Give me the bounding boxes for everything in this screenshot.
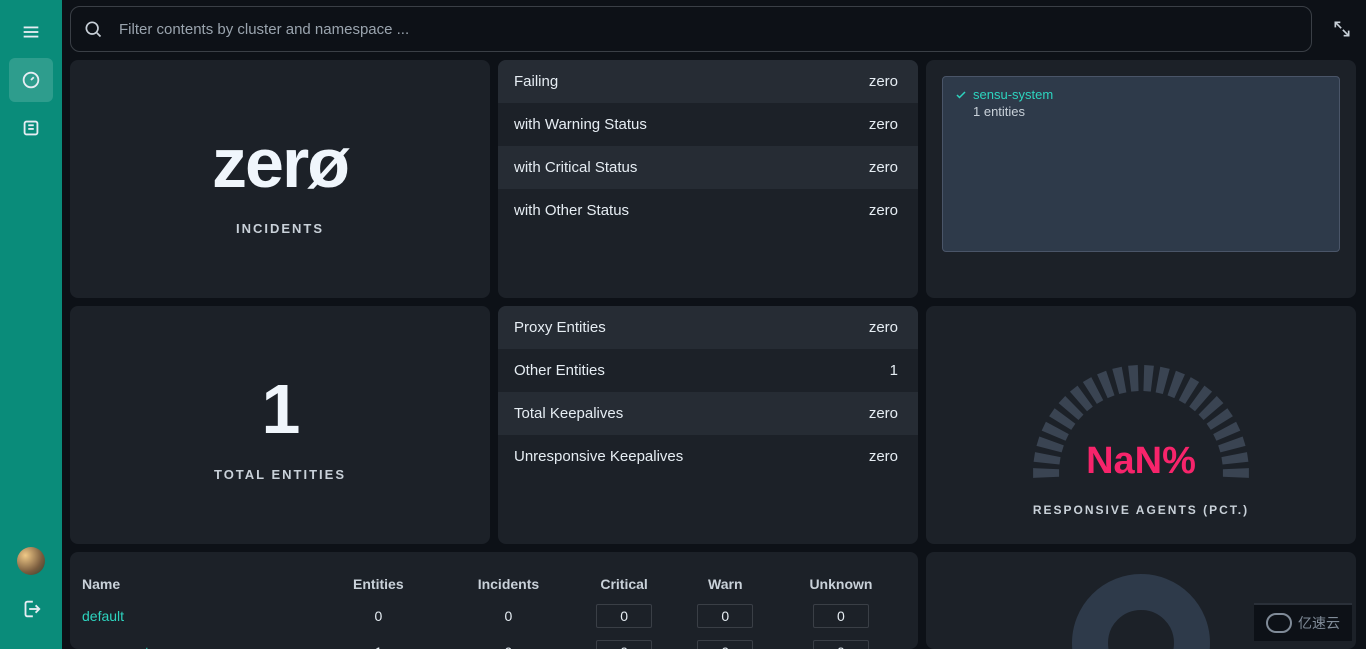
incidents-card: zerø INCIDENTS — [70, 60, 490, 298]
gauge-label: RESPONSIVE AGENTS (PCT.) — [1033, 503, 1249, 517]
dashboard-nav[interactable] — [9, 58, 53, 102]
table-row: default 0 0 0 0 0 — [82, 598, 906, 634]
col-unknown: Unknown — [776, 576, 906, 592]
list-value: zero — [869, 202, 898, 219]
namespace-ok-line: sensu-system — [955, 87, 1327, 102]
search-icon — [83, 19, 103, 39]
list-label: with Other Status — [514, 202, 629, 219]
status-list-scroll[interactable]: Failing zero with Warning Status zero with… — [498, 60, 918, 298]
list-item: Unresponsive Keepalives zero — [498, 435, 918, 478]
namespace-card: sensu-system 1 entities — [926, 60, 1356, 298]
total-entities-card: 1 TOTAL ENTITIES — [70, 306, 490, 544]
main-content: zerø INCIDENTS Failing zero with Warning … — [62, 0, 1366, 649]
cell: 0 — [675, 640, 776, 649]
count-box: 0 — [697, 604, 753, 628]
list-label: Total Keepalives — [514, 405, 623, 422]
list-item: with Warning Status zero — [498, 103, 918, 146]
incidents-label: INCIDENTS — [236, 221, 324, 236]
list-value: zero — [869, 448, 898, 465]
hamburger-menu-button[interactable] — [9, 10, 53, 54]
entity-list-scroll[interactable]: Proxy Entities zero Other Entities 1 Total… — [498, 306, 918, 544]
gauge-ticks-icon — [1011, 333, 1271, 483]
col-critical: Critical — [574, 576, 675, 592]
search-bar — [70, 6, 1312, 52]
list-value: zero — [869, 73, 898, 90]
incidents-value: zerø — [212, 123, 348, 203]
watermark: 亿速云 — [1254, 603, 1352, 641]
namespace-sub: 1 entities — [973, 104, 1327, 119]
table-header: Name Entities Incidents Critical Warn Un… — [82, 570, 906, 598]
col-entities: Entities — [313, 576, 443, 592]
list-item: Other Entities 1 — [498, 349, 918, 392]
row-name-link[interactable]: default — [82, 608, 313, 624]
count-box: 0 — [813, 604, 869, 628]
sidebar — [0, 0, 62, 649]
count-box: 0 — [596, 604, 652, 628]
col-incidents: Incidents — [443, 576, 573, 592]
list-item: Failing zero — [498, 60, 918, 103]
list-label: Proxy Entities — [514, 319, 606, 336]
list-value: zero — [869, 319, 898, 336]
cloud-icon — [1266, 613, 1292, 633]
total-entities-value: 1 — [262, 369, 299, 449]
row-name-link[interactable]: sensu-system — [82, 644, 313, 649]
entity-list-card: Proxy Entities zero Other Entities 1 Total… — [498, 306, 918, 544]
list-label: Unresponsive Keepalives — [514, 448, 683, 465]
watermark-text: 亿速云 — [1298, 613, 1340, 633]
col-warn: Warn — [675, 576, 776, 592]
check-icon — [955, 89, 967, 101]
search-input[interactable] — [119, 21, 1299, 38]
total-entities-label: TOTAL ENTITIES — [214, 467, 346, 482]
donut-chart-icon — [1066, 568, 1216, 649]
cell: 0 — [776, 604, 906, 628]
namespace-name: sensu-system — [973, 87, 1053, 102]
table-row: sensu-system 1 0 0 0 0 — [82, 634, 906, 649]
cell: 1 — [313, 644, 443, 649]
cell: 0 — [574, 640, 675, 649]
namespace-table-card: Name Entities Incidents Critical Warn Un… — [70, 552, 918, 649]
list-item: with Other Status zero — [498, 189, 918, 232]
count-box: 0 — [813, 640, 869, 649]
list-label: with Critical Status — [514, 159, 637, 176]
cell: 0 — [675, 604, 776, 628]
gauge: NaN% — [1011, 333, 1271, 483]
logout-button[interactable] — [9, 587, 53, 631]
cell: 0 — [776, 640, 906, 649]
cell: 0 — [443, 644, 573, 649]
status-list-card: Failing zero with Warning Status zero with… — [498, 60, 918, 298]
entities-nav[interactable] — [9, 106, 53, 150]
responsive-agents-card: NaN% RESPONSIVE AGENTS (PCT.) — [926, 306, 1356, 544]
list-item: with Critical Status zero — [498, 146, 918, 189]
cell: 0 — [443, 608, 573, 624]
list-label: Other Entities — [514, 362, 605, 379]
fullscreen-button[interactable] — [1328, 15, 1356, 43]
cell: 0 — [313, 608, 443, 624]
list-value: zero — [869, 116, 898, 133]
cell: 0 — [574, 604, 675, 628]
list-label: with Warning Status — [514, 116, 647, 133]
col-name: Name — [82, 576, 313, 592]
count-box: 0 — [596, 640, 652, 649]
list-value: zero — [869, 405, 898, 422]
list-value: zero — [869, 159, 898, 176]
user-avatar[interactable] — [17, 547, 45, 575]
list-value: 1 — [890, 362, 898, 379]
list-item: Proxy Entities zero — [498, 306, 918, 349]
namespace-box[interactable]: sensu-system 1 entities — [942, 76, 1340, 252]
list-label: Failing — [514, 73, 558, 90]
count-box: 0 — [697, 640, 753, 649]
list-item: Total Keepalives zero — [498, 392, 918, 435]
